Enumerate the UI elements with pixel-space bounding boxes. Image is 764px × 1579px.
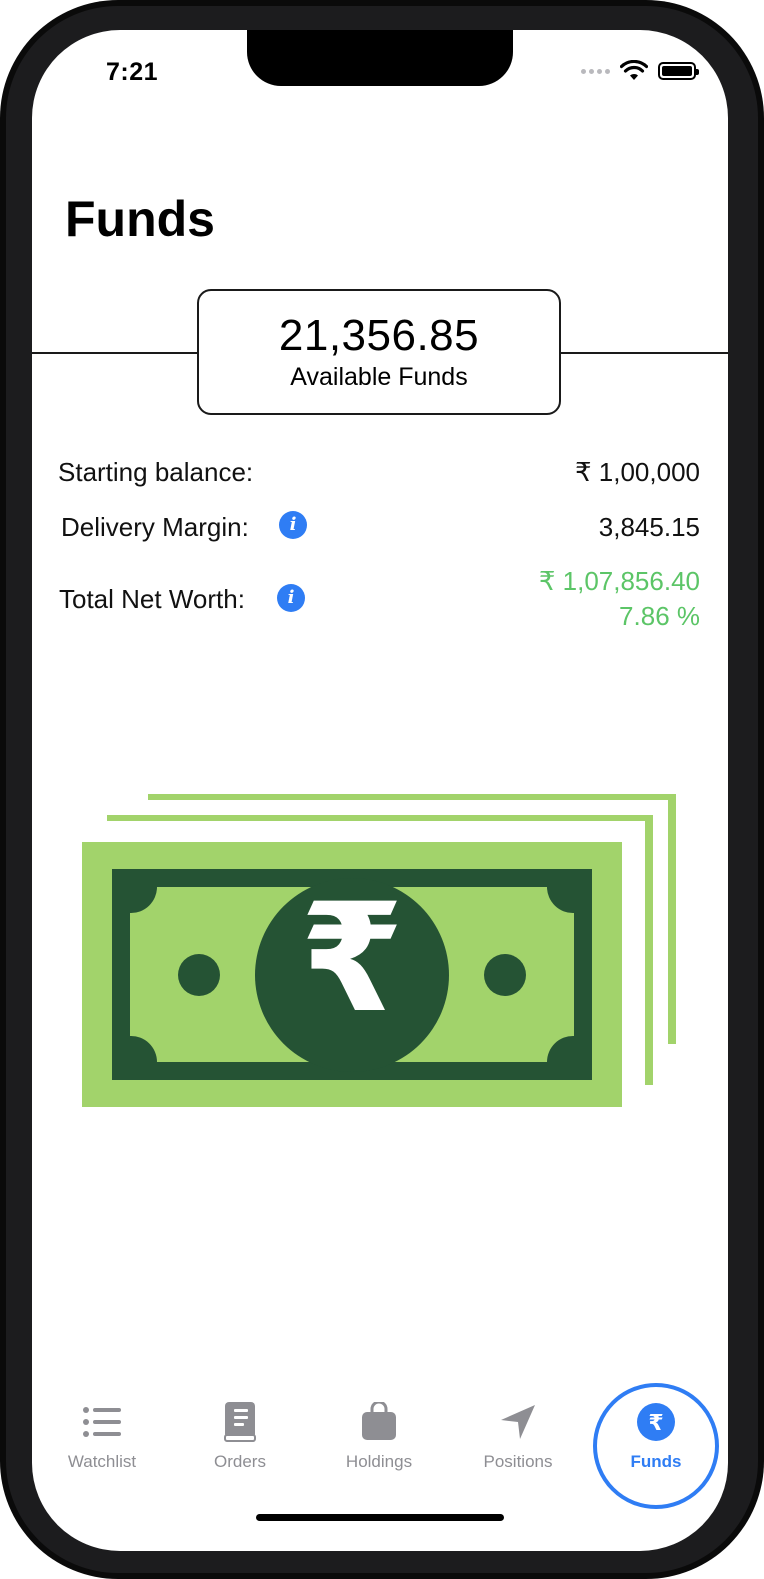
tab-label: Watchlist	[67, 1452, 137, 1471]
net-worth-label: Total Net Worth:	[59, 584, 245, 614]
tab-positions[interactable]: Positions	[458, 1400, 578, 1472]
starting-balance-label: Starting balance:	[58, 457, 254, 487]
tab-label: Positions	[483, 1452, 553, 1471]
status-time: 7:21	[106, 58, 159, 86]
tab-label: Holdings	[345, 1452, 413, 1471]
delivery-margin-label: Delivery Margin:	[61, 512, 249, 542]
page-title: Funds	[65, 191, 215, 247]
note-rupee-symbol: ₹	[300, 872, 404, 1046]
list-icon	[42, 1400, 162, 1444]
notch	[247, 30, 513, 86]
location-arrow-icon	[458, 1400, 578, 1444]
tab-holdings[interactable]: Holdings	[319, 1400, 439, 1472]
app-screen: 7:21 Funds 21,356.85 Available Funds Sta…	[32, 30, 728, 1551]
book-icon	[180, 1400, 300, 1444]
device-frame: 7:21 Funds 21,356.85 Available Funds Sta…	[0, 0, 764, 1579]
battery-icon	[658, 62, 699, 80]
cellular-signal-icon	[581, 68, 610, 74]
highlight-ring	[593, 1383, 719, 1509]
starting-balance-value: ₹ 1,00,000	[575, 457, 700, 487]
tab-label: Orders	[214, 1452, 266, 1471]
tab-watchlist[interactable]: Watchlist	[42, 1400, 162, 1472]
net-worth-value: ₹ 1,07,856.40	[538, 566, 700, 596]
home-indicator[interactable]	[256, 1514, 504, 1521]
money-notes-illustration: ₹	[82, 794, 676, 1107]
available-funds-card: 21,356.85 Available Funds	[197, 289, 561, 415]
bag-icon	[319, 1400, 439, 1444]
available-funds-amount: 21,356.85	[278, 311, 480, 360]
net-worth-info-icon[interactable]: i	[277, 584, 305, 612]
tab-orders[interactable]: Orders	[180, 1400, 300, 1472]
net-worth-change: 7.86 %	[619, 601, 700, 631]
wifi-icon	[620, 60, 648, 80]
available-funds-label: Available Funds	[290, 363, 468, 391]
delivery-margin-info-icon[interactable]: i	[279, 511, 307, 539]
status-icons	[581, 60, 699, 82]
delivery-margin-value: 3,845.15	[598, 512, 700, 542]
